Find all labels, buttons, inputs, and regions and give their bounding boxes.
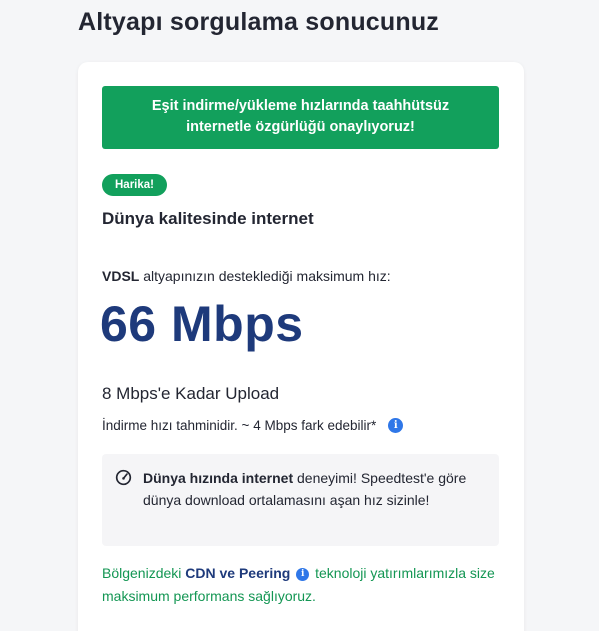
speed-description: VDSL altyapınızın desteklediği maksimum … — [102, 268, 391, 284]
status-badge: Harika! — [102, 174, 167, 196]
technology-label: VDSL — [102, 268, 140, 284]
cdn-note: Bölgenizdeki CDN ve Peering i teknoloji … — [102, 562, 502, 608]
promo-banner: Eşit indirme/yükleme hızlarında taahhüts… — [102, 86, 499, 149]
page: Altyapı sorgulama sonucunuz Eşit indirme… — [0, 0, 599, 631]
tip-bold: Dünya hızında internet — [143, 470, 294, 486]
cdn-link[interactable]: CDN ve Peering — [185, 565, 290, 581]
cdn-info-icon[interactable]: i — [296, 568, 310, 581]
tip-text: Dünya hızında internet deneyimi! Speedte… — [143, 467, 483, 511]
speedtest-tip: Dünya hızında internet deneyimi! Speedte… — [102, 454, 499, 546]
upload-speed: 8 Mbps'e Kadar Upload — [102, 384, 280, 403]
info-icon[interactable]: i — [388, 418, 404, 433]
cdn-prefix: Bölgenizdeki — [102, 565, 186, 581]
max-speed-value: 66 Mbps — [100, 296, 304, 352]
estimate-text: İndirme hızı tahminidir. ~ 4 Mbps fark e… — [102, 418, 377, 433]
page-title: Altyapı sorgulama sonucunuz — [78, 8, 440, 36]
result-heading: Dünya kalitesinde internet — [102, 209, 314, 228]
estimate-note: İndirme hızı tahminidir. ~ 4 Mbps fark e… — [102, 418, 404, 433]
result-card: Eşit indirme/yükleme hızlarında taahhüts… — [78, 62, 524, 631]
speedometer-icon — [115, 469, 132, 486]
speed-description-text: altyapınızın desteklediği maksimum hız: — [139, 268, 391, 284]
